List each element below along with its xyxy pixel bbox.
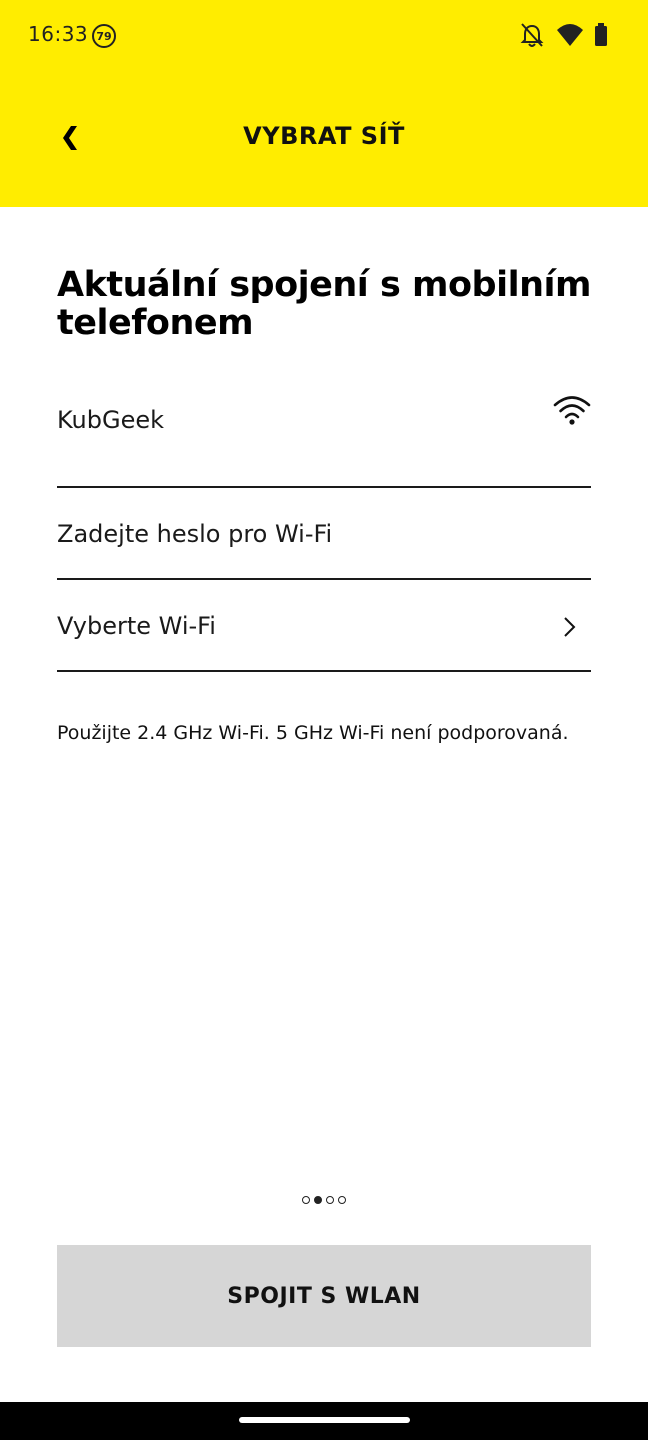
page-dot [302, 1196, 310, 1204]
page-dot-active [314, 1196, 322, 1204]
status-bar: 16:33 79 [0, 0, 648, 72]
page-dot [326, 1196, 334, 1204]
current-network-name: KubGeek [57, 406, 165, 434]
frequency-note: Použijte 2.4 GHz Wi-Fi. 5 GHz Wi-Fi není… [57, 722, 569, 744]
wifi-signal-icon [553, 396, 591, 425]
page-indicator [0, 1196, 648, 1204]
system-nav-bar [0, 1402, 648, 1440]
home-gesture-handle[interactable] [239, 1417, 410, 1423]
battery-icon [595, 23, 607, 46]
notification-badge: 79 [92, 24, 116, 48]
chevron-right-icon [564, 617, 576, 637]
select-wifi-row[interactable]: Vyberte Wi-Fi [57, 580, 591, 672]
page-dot [338, 1196, 346, 1204]
select-wifi-label: Vyberte Wi-Fi [57, 612, 216, 640]
connect-wlan-button[interactable]: SPOJIT S WLAN [57, 1245, 591, 1347]
main-content: Aktuální spojení s mobilním telefonem Ku… [57, 266, 591, 744]
wifi-icon [557, 24, 583, 46]
password-placeholder: Zadejte heslo pro Wi-Fi [57, 520, 333, 548]
bell-off-icon [520, 23, 544, 47]
current-network-row: KubGeek [57, 384, 591, 488]
page-title: VYBRAT SÍŤ [243, 122, 405, 150]
section-heading: Aktuální spojení s mobilním telefonem [57, 265, 591, 343]
app-bar: VYBRAT SÍŤ [0, 96, 648, 180]
status-time: 16:33 [28, 22, 89, 46]
header: 16:33 79 VYBRAT SÍŤ [0, 0, 648, 207]
password-field[interactable]: Zadejte heslo pro Wi-Fi [57, 488, 591, 580]
